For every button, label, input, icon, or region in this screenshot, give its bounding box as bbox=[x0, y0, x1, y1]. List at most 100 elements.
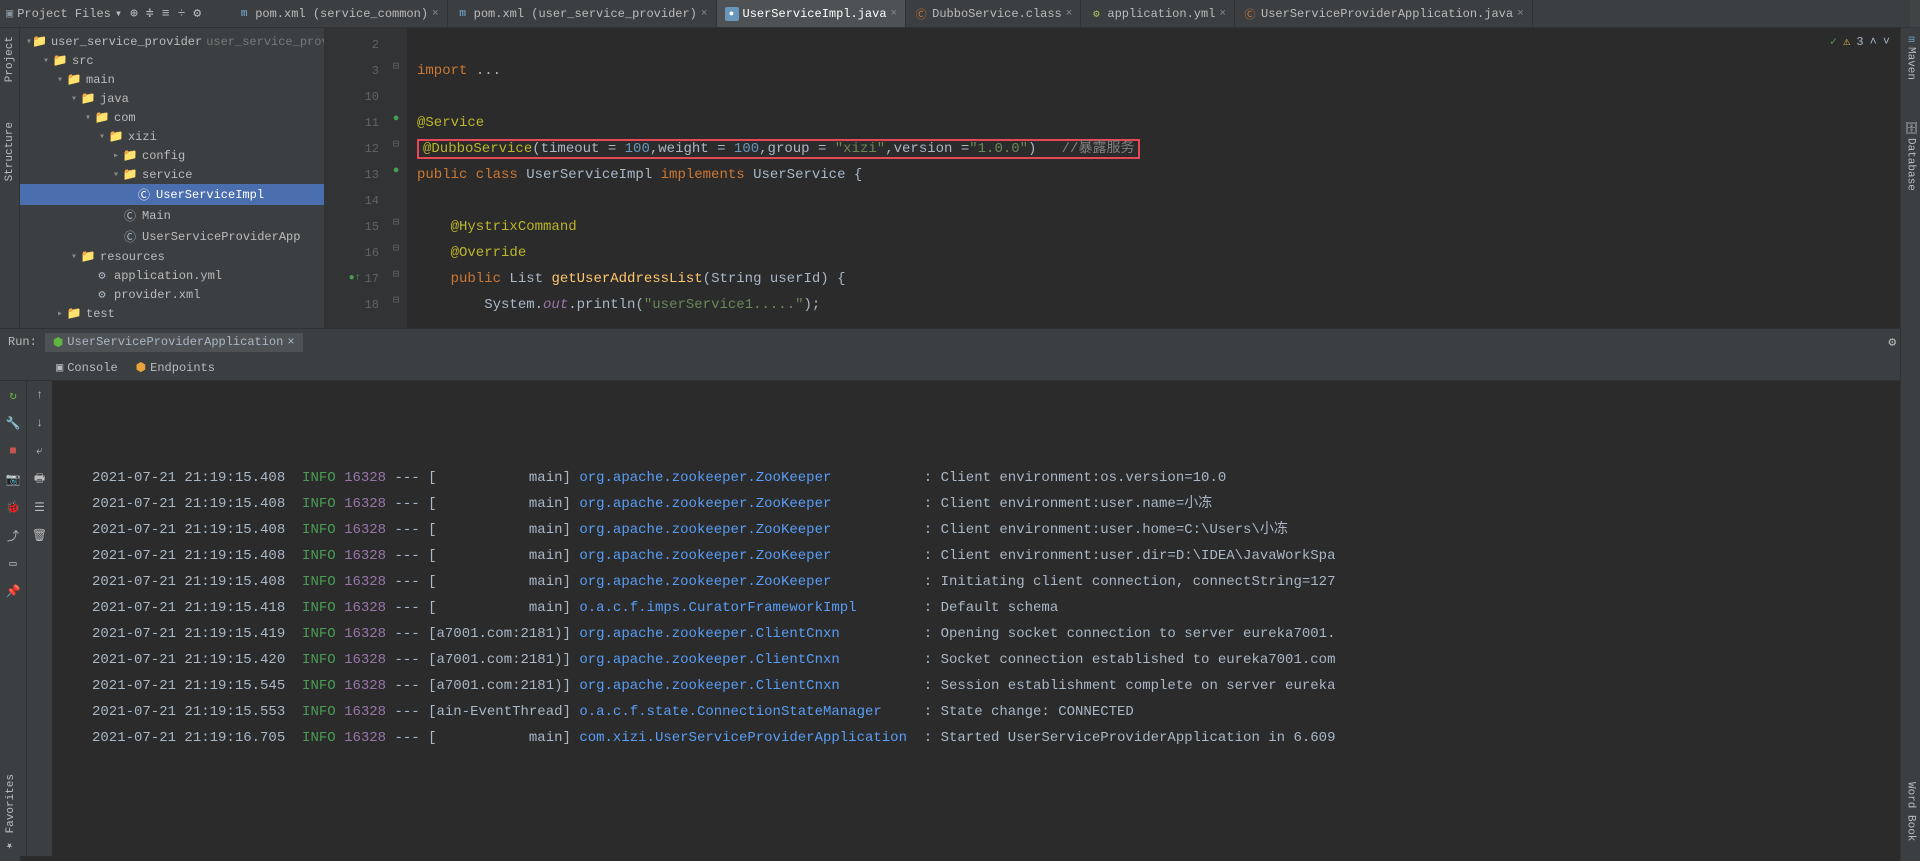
chevron-up-icon[interactable]: ˄ bbox=[1870, 35, 1877, 49]
editor-tabs: m pom.xml (service_common) × m pom.xml (user… bbox=[229, 0, 1532, 27]
tree-arrow[interactable]: ▾ bbox=[68, 251, 80, 263]
tree-item[interactable]: ▾📁service bbox=[20, 165, 324, 184]
endpoints-tab[interactable]: ⬢Endpoints bbox=[136, 360, 215, 375]
tree-item[interactable]: ⒸUserServiceImpl bbox=[20, 184, 324, 205]
console-tab[interactable]: ▣Console bbox=[56, 360, 118, 375]
close-icon[interactable]: × bbox=[287, 335, 294, 349]
exit-icon[interactable]: ⤴ bbox=[5, 527, 21, 543]
tree-item[interactable]: ▾📁 com bbox=[20, 108, 324, 127]
editor-tab[interactable]: ●UserServiceImpl.java× bbox=[717, 0, 907, 27]
wordbook-tool[interactable]: Word Book bbox=[1905, 782, 1917, 841]
filter-icon[interactable]: ☰ bbox=[32, 499, 48, 515]
console-output[interactable]: 2021-07-21 21:19:15.408 INFO 16328 --- [… bbox=[52, 381, 1920, 856]
tree-label: main bbox=[86, 73, 115, 87]
project-dropdown[interactable]: ▣ Project Files ▾ bbox=[6, 6, 122, 21]
run-panel: Run: ⬢ UserServiceProviderApplication × … bbox=[0, 328, 1920, 856]
tree-item[interactable]: ▾📁user_service_provideruser_service_prov… bbox=[20, 32, 324, 51]
tree-item[interactable]: ▾📁src bbox=[20, 51, 324, 70]
run-title: Run: bbox=[8, 335, 37, 349]
tree-arrow[interactable]: ▾ bbox=[68, 93, 80, 105]
tree-item[interactable]: ⒸMain bbox=[20, 205, 324, 226]
tree-arrow[interactable]: ▾ bbox=[110, 169, 122, 181]
log-line: 2021-07-21 21:19:15.408 INFO 16328 --- [… bbox=[92, 543, 1910, 569]
tree-item[interactable]: ⚙application.yml bbox=[20, 266, 324, 285]
close-icon[interactable]: × bbox=[891, 8, 898, 20]
log-line: 2021-07-21 21:19:15.408 INFO 16328 --- [… bbox=[92, 517, 1910, 543]
code-editor[interactable]: 2310111213141516●↑1718 ⊟●⊟●⊟⊟⊟⊟ import .… bbox=[325, 28, 1920, 328]
tab-label: application.yml bbox=[1107, 7, 1215, 21]
gear-icon[interactable]: ⚙ bbox=[193, 6, 201, 21]
rerun-icon[interactable]: ↻ bbox=[5, 387, 21, 403]
run-actions-2: ↑ ↓ ⤶ 🖶 ☰ 🗑 bbox=[26, 381, 52, 856]
log-line: 2021-07-21 21:19:16.705 INFO 16328 --- [… bbox=[92, 725, 1910, 751]
tree-item[interactable]: ▸📁test bbox=[20, 304, 324, 323]
endpoints-icon: ⬢ bbox=[136, 360, 146, 375]
tree-item[interactable]: ▸📁config bbox=[20, 146, 324, 165]
print-icon[interactable]: 🖶 bbox=[32, 471, 48, 487]
editor-tab[interactable]: ⒸUserServiceProviderApplication.java× bbox=[1235, 0, 1533, 27]
structure-tool[interactable]: Structure bbox=[4, 122, 16, 181]
divide-icon[interactable]: ÷ bbox=[178, 6, 186, 21]
close-icon[interactable]: × bbox=[1066, 8, 1073, 20]
file-icon: m bbox=[456, 7, 470, 21]
tree-icon: 📁 bbox=[122, 148, 138, 163]
up-icon[interactable]: ↑ bbox=[32, 387, 48, 403]
maven-icon: m bbox=[1905, 36, 1917, 43]
editor-tab[interactable]: Ⓒ DubboService.class × bbox=[906, 0, 1081, 27]
gear-icon[interactable]: ⚙ bbox=[1888, 335, 1896, 350]
left-tool-strip: Project Structure bbox=[0, 28, 20, 328]
tree-icon: Ⓒ bbox=[122, 207, 138, 224]
file-icon: m bbox=[237, 7, 251, 21]
tree-icon: 📁 bbox=[122, 167, 138, 182]
pin-icon[interactable]: 📌 bbox=[5, 583, 21, 599]
code-area[interactable]: import ...@Service@DubboService(timeout … bbox=[407, 28, 1920, 328]
close-icon[interactable]: × bbox=[1517, 8, 1524, 20]
wrench-icon[interactable]: 🔧 bbox=[5, 415, 21, 431]
editor-tab[interactable]: m pom.xml (service_common) × bbox=[229, 0, 447, 27]
tree-item[interactable]: ⒸUserServiceProviderApp bbox=[20, 226, 324, 247]
tree-item[interactable]: ▾📁resources bbox=[20, 247, 324, 266]
tab-label: pom.xml (service_common) bbox=[255, 7, 428, 21]
tree-arrow[interactable]: ▸ bbox=[54, 308, 66, 320]
editor-tab[interactable]: ⚙application.yml× bbox=[1081, 0, 1235, 27]
project-tree: ▾📁user_service_provideruser_service_prov… bbox=[20, 28, 325, 328]
tab-label: pom.xml (user_service_provider) bbox=[474, 7, 697, 21]
locate-icon[interactable]: ⊕ bbox=[130, 6, 138, 21]
tree-item[interactable]: ▾📁java bbox=[20, 89, 324, 108]
wrap-icon[interactable]: ⤶ bbox=[32, 443, 48, 459]
debug-icon[interactable]: 🐞 bbox=[5, 499, 21, 515]
inspection-widget[interactable]: ✓ ⚠ 3 ˄ ˅ bbox=[1830, 34, 1890, 49]
project-dropdown-label: Project Files bbox=[17, 7, 111, 21]
close-icon[interactable]: × bbox=[1219, 8, 1226, 20]
tree-arrow[interactable]: ▾ bbox=[40, 55, 52, 67]
run-config-tab[interactable]: ⬢ UserServiceProviderApplication × bbox=[45, 333, 303, 352]
project-tool[interactable]: Project bbox=[4, 36, 16, 82]
file-icon: Ⓒ bbox=[914, 7, 928, 21]
chevron-down-icon[interactable]: ˅ bbox=[1883, 35, 1890, 49]
editor-tab[interactable]: m pom.xml (user_service_provider) × bbox=[448, 0, 717, 27]
tree-item[interactable]: ▾📁main bbox=[20, 70, 324, 89]
tab-label: UserServiceProviderApplication.java bbox=[1261, 7, 1513, 21]
close-icon[interactable]: × bbox=[432, 8, 439, 20]
tree-label: com bbox=[114, 111, 136, 125]
tab-label: DubboService.class bbox=[932, 7, 1062, 21]
tree-item[interactable]: ▾📁xizi bbox=[20, 127, 324, 146]
maven-tool[interactable]: m Maven bbox=[1905, 36, 1917, 80]
down-icon[interactable]: ↓ bbox=[32, 415, 48, 431]
layout-icon[interactable]: ▭ bbox=[5, 555, 21, 571]
tree-arrow[interactable]: ▾ bbox=[96, 131, 108, 143]
camera-icon[interactable]: 📷 bbox=[5, 471, 21, 487]
tree-arrow[interactable]: ▸ bbox=[110, 150, 122, 162]
expand-icon[interactable]: ≡ bbox=[162, 6, 170, 21]
trash-icon[interactable]: 🗑 bbox=[32, 527, 48, 543]
collapse-icon[interactable]: ≑ bbox=[146, 6, 154, 21]
tree-icon: 📁 bbox=[94, 110, 110, 125]
tree-arrow[interactable]: ▾ bbox=[54, 74, 66, 86]
run-config-label: UserServiceProviderApplication bbox=[67, 335, 283, 349]
close-icon[interactable]: × bbox=[701, 8, 708, 20]
stop-icon[interactable]: ■ bbox=[5, 443, 21, 459]
tree-item[interactable]: ⚙provider.xml bbox=[20, 285, 324, 304]
favorites-tool[interactable]: ★ Favorites bbox=[4, 774, 17, 853]
database-tool[interactable]: 🗄 Database bbox=[1904, 120, 1917, 191]
tree-arrow[interactable]: ▾ bbox=[82, 112, 94, 124]
